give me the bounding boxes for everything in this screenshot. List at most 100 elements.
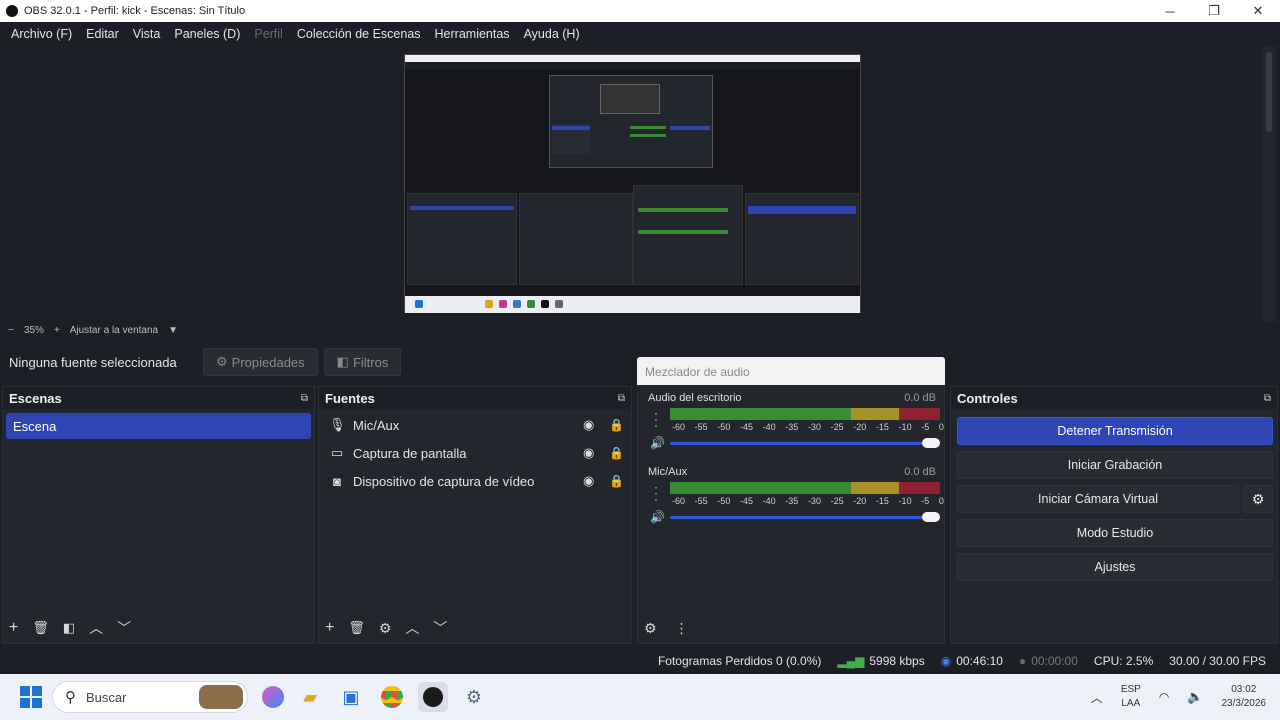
preview-canvas[interactable] xyxy=(404,54,861,313)
zoom-bar: − 35% + Ajustar a la ventana ▼ xyxy=(0,322,1280,338)
maximize-button[interactable]: ❐ xyxy=(1192,0,1236,22)
menu-coleccion-escenas[interactable]: Colección de Escenas xyxy=(290,27,428,41)
speaker-icon[interactable]: 🔊 xyxy=(650,436,665,450)
filters-label: Filtros xyxy=(352,354,389,370)
monitor-icon: ▭ xyxy=(330,445,344,460)
source-settings-icon[interactable]: ⚙ xyxy=(379,620,392,637)
close-button[interactable]: ✕ xyxy=(1236,0,1280,22)
settings-button[interactable]: Ajustes xyxy=(957,553,1273,581)
obs-icon[interactable] xyxy=(418,682,448,712)
source-item-camera[interactable]: ◙ Dispositivo de captura de vídeo ◉ 🔒 xyxy=(319,467,631,495)
lock-icon[interactable]: 🔒 xyxy=(609,418,624,432)
menu-archivo[interactable]: Archivo (F) xyxy=(4,27,79,41)
delete-scene-icon[interactable]: 🗑 xyxy=(32,620,49,636)
scene-item[interactable]: Escena xyxy=(6,413,311,439)
controls-title: Controles xyxy=(957,390,1018,406)
delete-source-icon[interactable]: 🗑 xyxy=(348,620,365,636)
status-bar: Fotogramas Perdidos 0 (0.0%) ▂▄▆ 5998 kb… xyxy=(0,648,1280,674)
clock[interactable]: 03:02 23/3/2026 xyxy=(1222,683,1267,711)
volume-slider-handle[interactable] xyxy=(922,512,940,522)
advanced-audio-icon[interactable]: ⚙ xyxy=(644,620,657,637)
dropped-frames: Fotogramas Perdidos 0 (0.0%) xyxy=(657,654,822,668)
studio-mode-button[interactable]: Modo Estudio xyxy=(957,519,1273,547)
mixer-tab[interactable]: Mezclador de audio xyxy=(637,357,945,385)
menu-editar[interactable]: Editar xyxy=(79,27,126,41)
eye-icon[interactable]: ◉ xyxy=(583,445,594,461)
zoom-out-button[interactable]: − xyxy=(8,325,14,336)
chevron-down-icon[interactable]: ▼ xyxy=(168,325,178,336)
window-title: OBS 32.0.1 - Perfil: kick - Escenas: Sin… xyxy=(24,5,246,17)
meter-scale: -60 -55 -50 -45 -40 -35 -30 -25 -20 -15 -10 -5 0 xyxy=(672,422,944,432)
volume-icon[interactable]: 🔈 xyxy=(1187,689,1203,705)
nested-obs-scenes xyxy=(407,193,517,285)
system-tray: ︿ ESP LAA ◠ 🔈 03:02 23/3/2026 xyxy=(1091,674,1266,720)
mixer-channel-desktop: Audio del escritorio 0.0 dB · · · -60 -55 -5… xyxy=(638,386,944,456)
minimize-button[interactable]: ─ xyxy=(1148,0,1192,22)
menu-perfil: Perfil xyxy=(254,27,283,41)
menu-ayuda[interactable]: Ayuda (H) xyxy=(517,27,587,41)
properties-button[interactable]: ⚙ Propiedades xyxy=(203,348,318,376)
menu-vista[interactable]: Vista xyxy=(126,27,168,41)
undock-icon[interactable]: ⧉ xyxy=(618,393,625,404)
move-down-icon[interactable]: ﹀ xyxy=(433,618,447,638)
window-titlebar: OBS 32.0.1 - Perfil: kick - Escenas: Sin… xyxy=(0,0,1280,22)
bitrate: 5998 kbps xyxy=(869,654,925,668)
wifi-icon[interactable]: ◠ xyxy=(1159,690,1169,704)
chevron-up-icon[interactable]: ︿ xyxy=(1091,689,1103,706)
menu-herramientas[interactable]: Herramientas xyxy=(428,27,517,41)
volume-slider[interactable] xyxy=(670,516,930,519)
nested-obs-mixer xyxy=(633,185,743,285)
nested-taskbar xyxy=(405,296,860,313)
kebab-menu-icon[interactable]: · · · xyxy=(654,407,658,431)
lock-icon[interactable]: 🔒 xyxy=(609,474,624,488)
settings-gear-icon[interactable]: ⚙ xyxy=(459,682,489,712)
level-meter xyxy=(670,482,940,494)
mixer-menu-icon[interactable]: ⋮ xyxy=(675,620,689,637)
menu-paneles[interactable]: Paneles (D) xyxy=(167,27,247,41)
channel-db: 0.0 dB xyxy=(904,466,936,478)
preview-scrollbar[interactable] xyxy=(1262,46,1276,322)
virtual-cam-settings-button[interactable]: ⚙ xyxy=(1243,485,1273,513)
source-label: Captura de pantalla xyxy=(353,445,467,461)
controls-dock: Controles ⧉ Detener Transmisión Iniciar … xyxy=(950,386,1278,644)
chrome-icon[interactable] xyxy=(377,682,407,712)
eye-icon[interactable]: ◉ xyxy=(583,473,594,489)
stream-live-icon: ◉ xyxy=(940,654,952,668)
level-meter xyxy=(670,408,940,420)
nested-obs-preview xyxy=(549,75,713,168)
add-scene-icon[interactable]: + xyxy=(9,619,18,637)
eye-icon[interactable]: ◉ xyxy=(583,417,594,433)
source-item-mic[interactable]: 🎙 Mic/Aux ◉ 🔒 xyxy=(319,411,631,439)
search-highlight-icon xyxy=(199,685,243,709)
channel-db: 0.0 dB xyxy=(904,392,936,404)
add-source-icon[interactable]: + xyxy=(325,619,334,637)
language-indicator[interactable]: ESP LAA xyxy=(1121,683,1141,711)
source-item-screen[interactable]: ▭ Captura de pantalla ◉ 🔒 xyxy=(319,439,631,467)
scene-filters-icon[interactable]: ◧ xyxy=(63,620,75,636)
start-virtual-cam-button[interactable]: Iniciar Cámara Virtual xyxy=(957,485,1239,513)
zoom-in-button[interactable]: + xyxy=(54,325,60,336)
move-down-icon[interactable]: ﹀ xyxy=(117,618,131,638)
volume-slider-handle[interactable] xyxy=(922,438,940,448)
move-up-icon[interactable]: ︿ xyxy=(405,618,419,638)
undock-icon[interactable]: ⧉ xyxy=(1264,393,1271,404)
volume-slider[interactable] xyxy=(670,442,930,445)
windows-start-icon[interactable] xyxy=(20,686,42,708)
store-icon[interactable]: ▣ xyxy=(336,682,366,712)
filters-button[interactable]: ◧ Filtros xyxy=(323,348,402,376)
start-recording-button[interactable]: Iniciar Grabación xyxy=(957,451,1273,479)
undock-icon[interactable]: ⧉ xyxy=(301,393,308,404)
nested-obs-sources xyxy=(519,193,633,285)
move-up-icon[interactable]: ︿ xyxy=(89,618,103,638)
search-icon: ⚲ xyxy=(65,689,76,706)
lock-icon[interactable]: 🔒 xyxy=(609,446,624,460)
kebab-menu-icon[interactable]: · · · xyxy=(654,481,658,505)
copilot-icon[interactable] xyxy=(262,686,284,708)
taskbar-search[interactable]: ⚲ Buscar xyxy=(52,681,248,713)
sources-dock: Fuentes ⧉ 🎙 Mic/Aux ◉ 🔒 ▭ Captura de pan… xyxy=(318,386,632,644)
fps: 30.00 / 30.00 FPS xyxy=(1169,654,1266,668)
stop-stream-button[interactable]: Detener Transmisión xyxy=(957,417,1273,445)
file-explorer-icon[interactable]: ▰ xyxy=(295,682,325,712)
speaker-icon[interactable]: 🔊 xyxy=(650,510,665,524)
zoom-fit-select[interactable]: Ajustar a la ventana xyxy=(70,325,158,336)
